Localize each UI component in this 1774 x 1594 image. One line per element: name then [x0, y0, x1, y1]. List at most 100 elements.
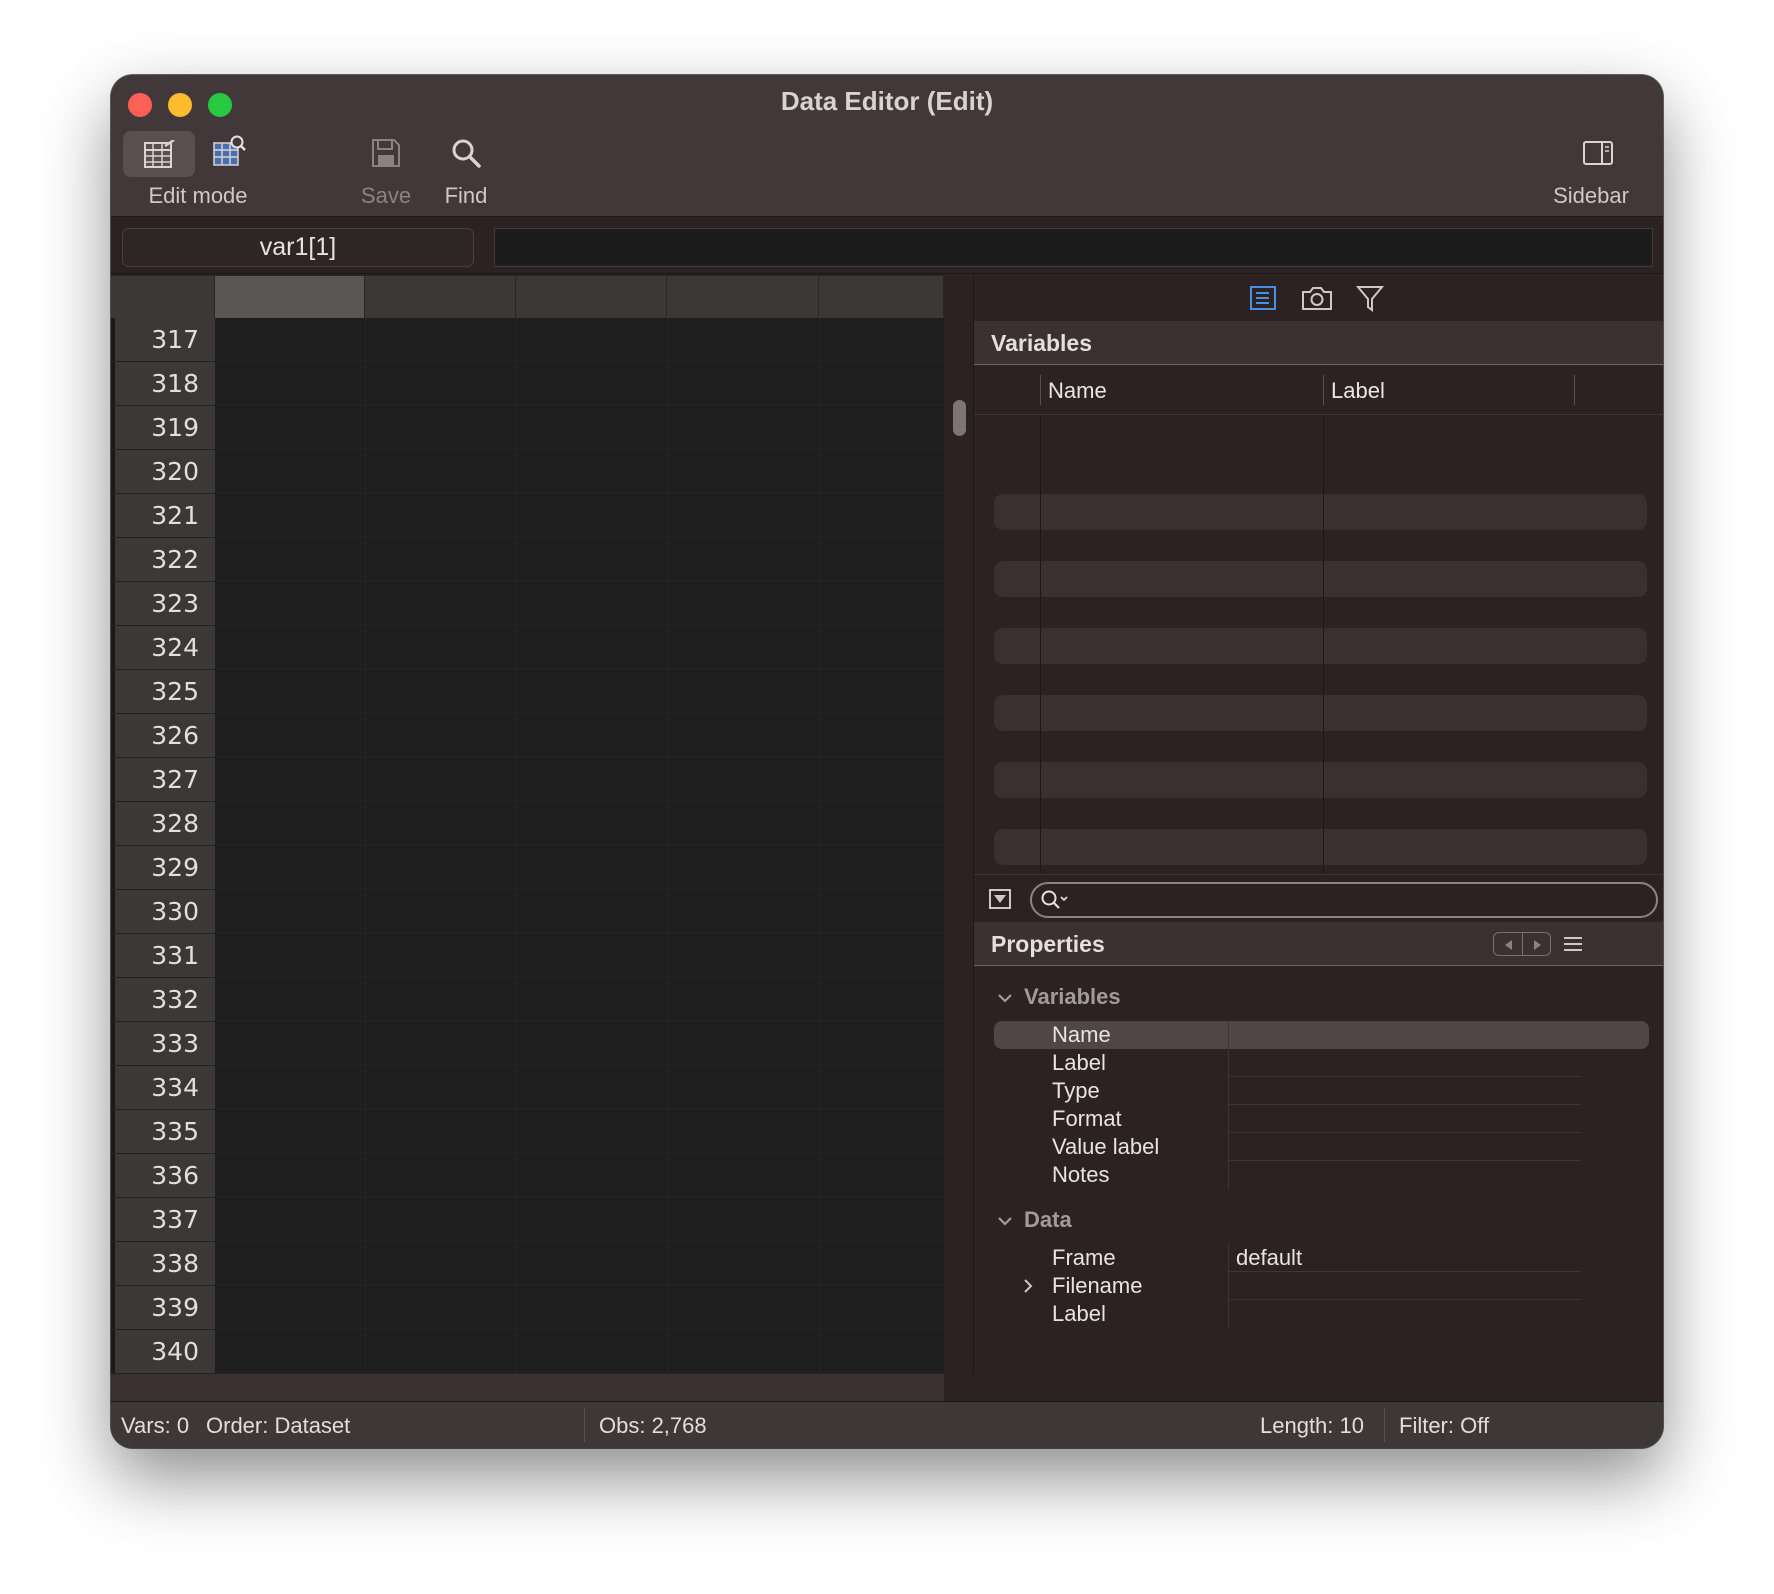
row-header[interactable]: 318	[111, 362, 215, 406]
property-key: Notes	[1052, 1162, 1110, 1187]
column-header-label[interactable]: Label	[1331, 378, 1385, 404]
row-header[interactable]: 327	[111, 758, 215, 802]
property-key: Value label	[1052, 1134, 1160, 1159]
row-header[interactable]: 324	[111, 626, 215, 670]
row-marker	[111, 978, 115, 1021]
grid-line	[215, 1021, 944, 1022]
property-value[interactable]: default	[1236, 1245, 1302, 1271]
row-marker	[111, 1330, 115, 1373]
row-header[interactable]: 332	[111, 978, 215, 1022]
row-marker	[111, 450, 115, 493]
row-header[interactable]: 338	[111, 1242, 215, 1286]
table-browse-icon[interactable]	[207, 131, 251, 171]
chevron-down-icon[interactable]	[996, 989, 1014, 1007]
property-row-value-label[interactable]: Value label	[994, 1133, 1649, 1161]
next-arrow-icon[interactable]	[1526, 936, 1548, 954]
row-header[interactable]: 330	[111, 890, 215, 934]
grid-corner[interactable]	[111, 276, 215, 318]
vertical-scrollbar[interactable]	[944, 276, 974, 1374]
properties-variables-group[interactable]: Variables	[1024, 984, 1121, 1010]
row-header[interactable]: 320	[111, 450, 215, 494]
variables-search-input[interactable]	[1030, 882, 1658, 918]
row-marker	[111, 362, 115, 405]
grid-line	[215, 1285, 944, 1286]
sidebar-button[interactable]: Sidebar	[1531, 183, 1651, 209]
grid-line	[215, 845, 944, 846]
filter-menu-icon[interactable]	[988, 887, 1012, 911]
row-header[interactable]: 319	[111, 406, 215, 450]
data-grid[interactable]: 317 318 319 320 321 322 323 324 325 326 327 328 329 3…	[111, 276, 944, 1374]
variables-filter-bar	[974, 874, 1663, 922]
horizontal-scrollbar[interactable]	[111, 1374, 944, 1401]
row-header[interactable]: 323	[111, 582, 215, 626]
column-header[interactable]	[819, 276, 944, 318]
row-marker	[111, 714, 115, 757]
search-icon	[1040, 888, 1070, 912]
grid-line	[215, 713, 944, 714]
row-marker	[111, 1242, 115, 1285]
row-header[interactable]: 339	[111, 1286, 215, 1330]
row-header[interactable]: 328	[111, 802, 215, 846]
row-header[interactable]: 331	[111, 934, 215, 978]
row-header[interactable]: 317	[111, 318, 215, 362]
property-row-type[interactable]: Type	[994, 1077, 1649, 1105]
column-header[interactable]	[215, 276, 365, 318]
column-header-name[interactable]: Name	[1048, 378, 1107, 404]
row-header[interactable]: 329	[111, 846, 215, 890]
variables-table-header: Name Label	[974, 365, 1663, 415]
row-marker	[111, 626, 115, 669]
row-header[interactable]: 321	[111, 494, 215, 538]
grid-line	[215, 537, 944, 538]
row-header[interactable]: 333	[111, 1022, 215, 1066]
window-title: Data Editor (Edit)	[780, 86, 994, 116]
row-header[interactable]: 334	[111, 1066, 215, 1110]
row-marker	[111, 1154, 115, 1197]
save-icon[interactable]	[364, 133, 408, 173]
data-editor-window: Data Editor (Edit) Edit mode Save Find S…	[111, 75, 1663, 1448]
property-key: Frame	[1052, 1245, 1116, 1270]
grid-line	[215, 1153, 944, 1154]
column-header[interactable]	[516, 276, 667, 318]
filter-icon[interactable]	[1352, 282, 1388, 314]
column-header[interactable]	[365, 276, 516, 318]
row-header[interactable]: 325	[111, 670, 215, 714]
chevron-right-icon[interactable]	[1020, 1277, 1036, 1295]
property-row-label[interactable]: Label	[994, 1049, 1649, 1077]
property-key: Type	[1052, 1078, 1100, 1103]
save-button[interactable]: Save	[346, 183, 426, 209]
variables-list-icon[interactable]	[1245, 282, 1281, 314]
find-button[interactable]: Find	[426, 183, 506, 209]
property-row-format[interactable]: Format	[994, 1105, 1649, 1133]
cell-value-input[interactable]	[494, 228, 1653, 267]
segment-divider	[1522, 933, 1523, 955]
sidebar-icon[interactable]	[1576, 133, 1620, 173]
search-icon[interactable]	[444, 133, 488, 173]
property-row-notes[interactable]: Notes	[994, 1161, 1649, 1189]
row-header[interactable]: 326	[111, 714, 215, 758]
column-header[interactable]	[667, 276, 819, 318]
grid-line	[215, 449, 944, 450]
property-row-name[interactable]: Name	[994, 1021, 1649, 1049]
property-row-data-label[interactable]: Label	[994, 1300, 1649, 1328]
row-header[interactable]: 337	[111, 1198, 215, 1242]
properties-data-group[interactable]: Data	[1024, 1207, 1072, 1233]
status-bar: Vars: 0 Order: Dataset Obs: 2,768 Length…	[111, 1401, 1663, 1448]
property-row-frame[interactable]: Frame default	[994, 1244, 1649, 1272]
grid-line	[667, 318, 668, 1374]
table-edit-icon[interactable]	[137, 135, 181, 175]
scrollbar-thumb[interactable]	[953, 400, 966, 436]
row-header[interactable]: 322	[111, 538, 215, 582]
cell-address-bar: var1[1]	[111, 218, 1663, 274]
row-header[interactable]: 335	[111, 1110, 215, 1154]
cell-reference-field[interactable]: var1[1]	[122, 228, 474, 267]
snapshot-camera-icon[interactable]	[1297, 282, 1337, 314]
hamburger-menu-icon[interactable]	[1561, 934, 1585, 954]
row-marker	[111, 538, 115, 581]
property-row-filename[interactable]: Filename	[994, 1272, 1649, 1300]
chevron-down-icon[interactable]	[996, 1212, 1014, 1230]
row-marker	[111, 1066, 115, 1109]
status-divider	[1384, 1408, 1385, 1442]
row-header[interactable]: 340	[111, 1330, 215, 1374]
previous-arrow-icon[interactable]	[1498, 936, 1520, 954]
row-header[interactable]: 336	[111, 1154, 215, 1198]
